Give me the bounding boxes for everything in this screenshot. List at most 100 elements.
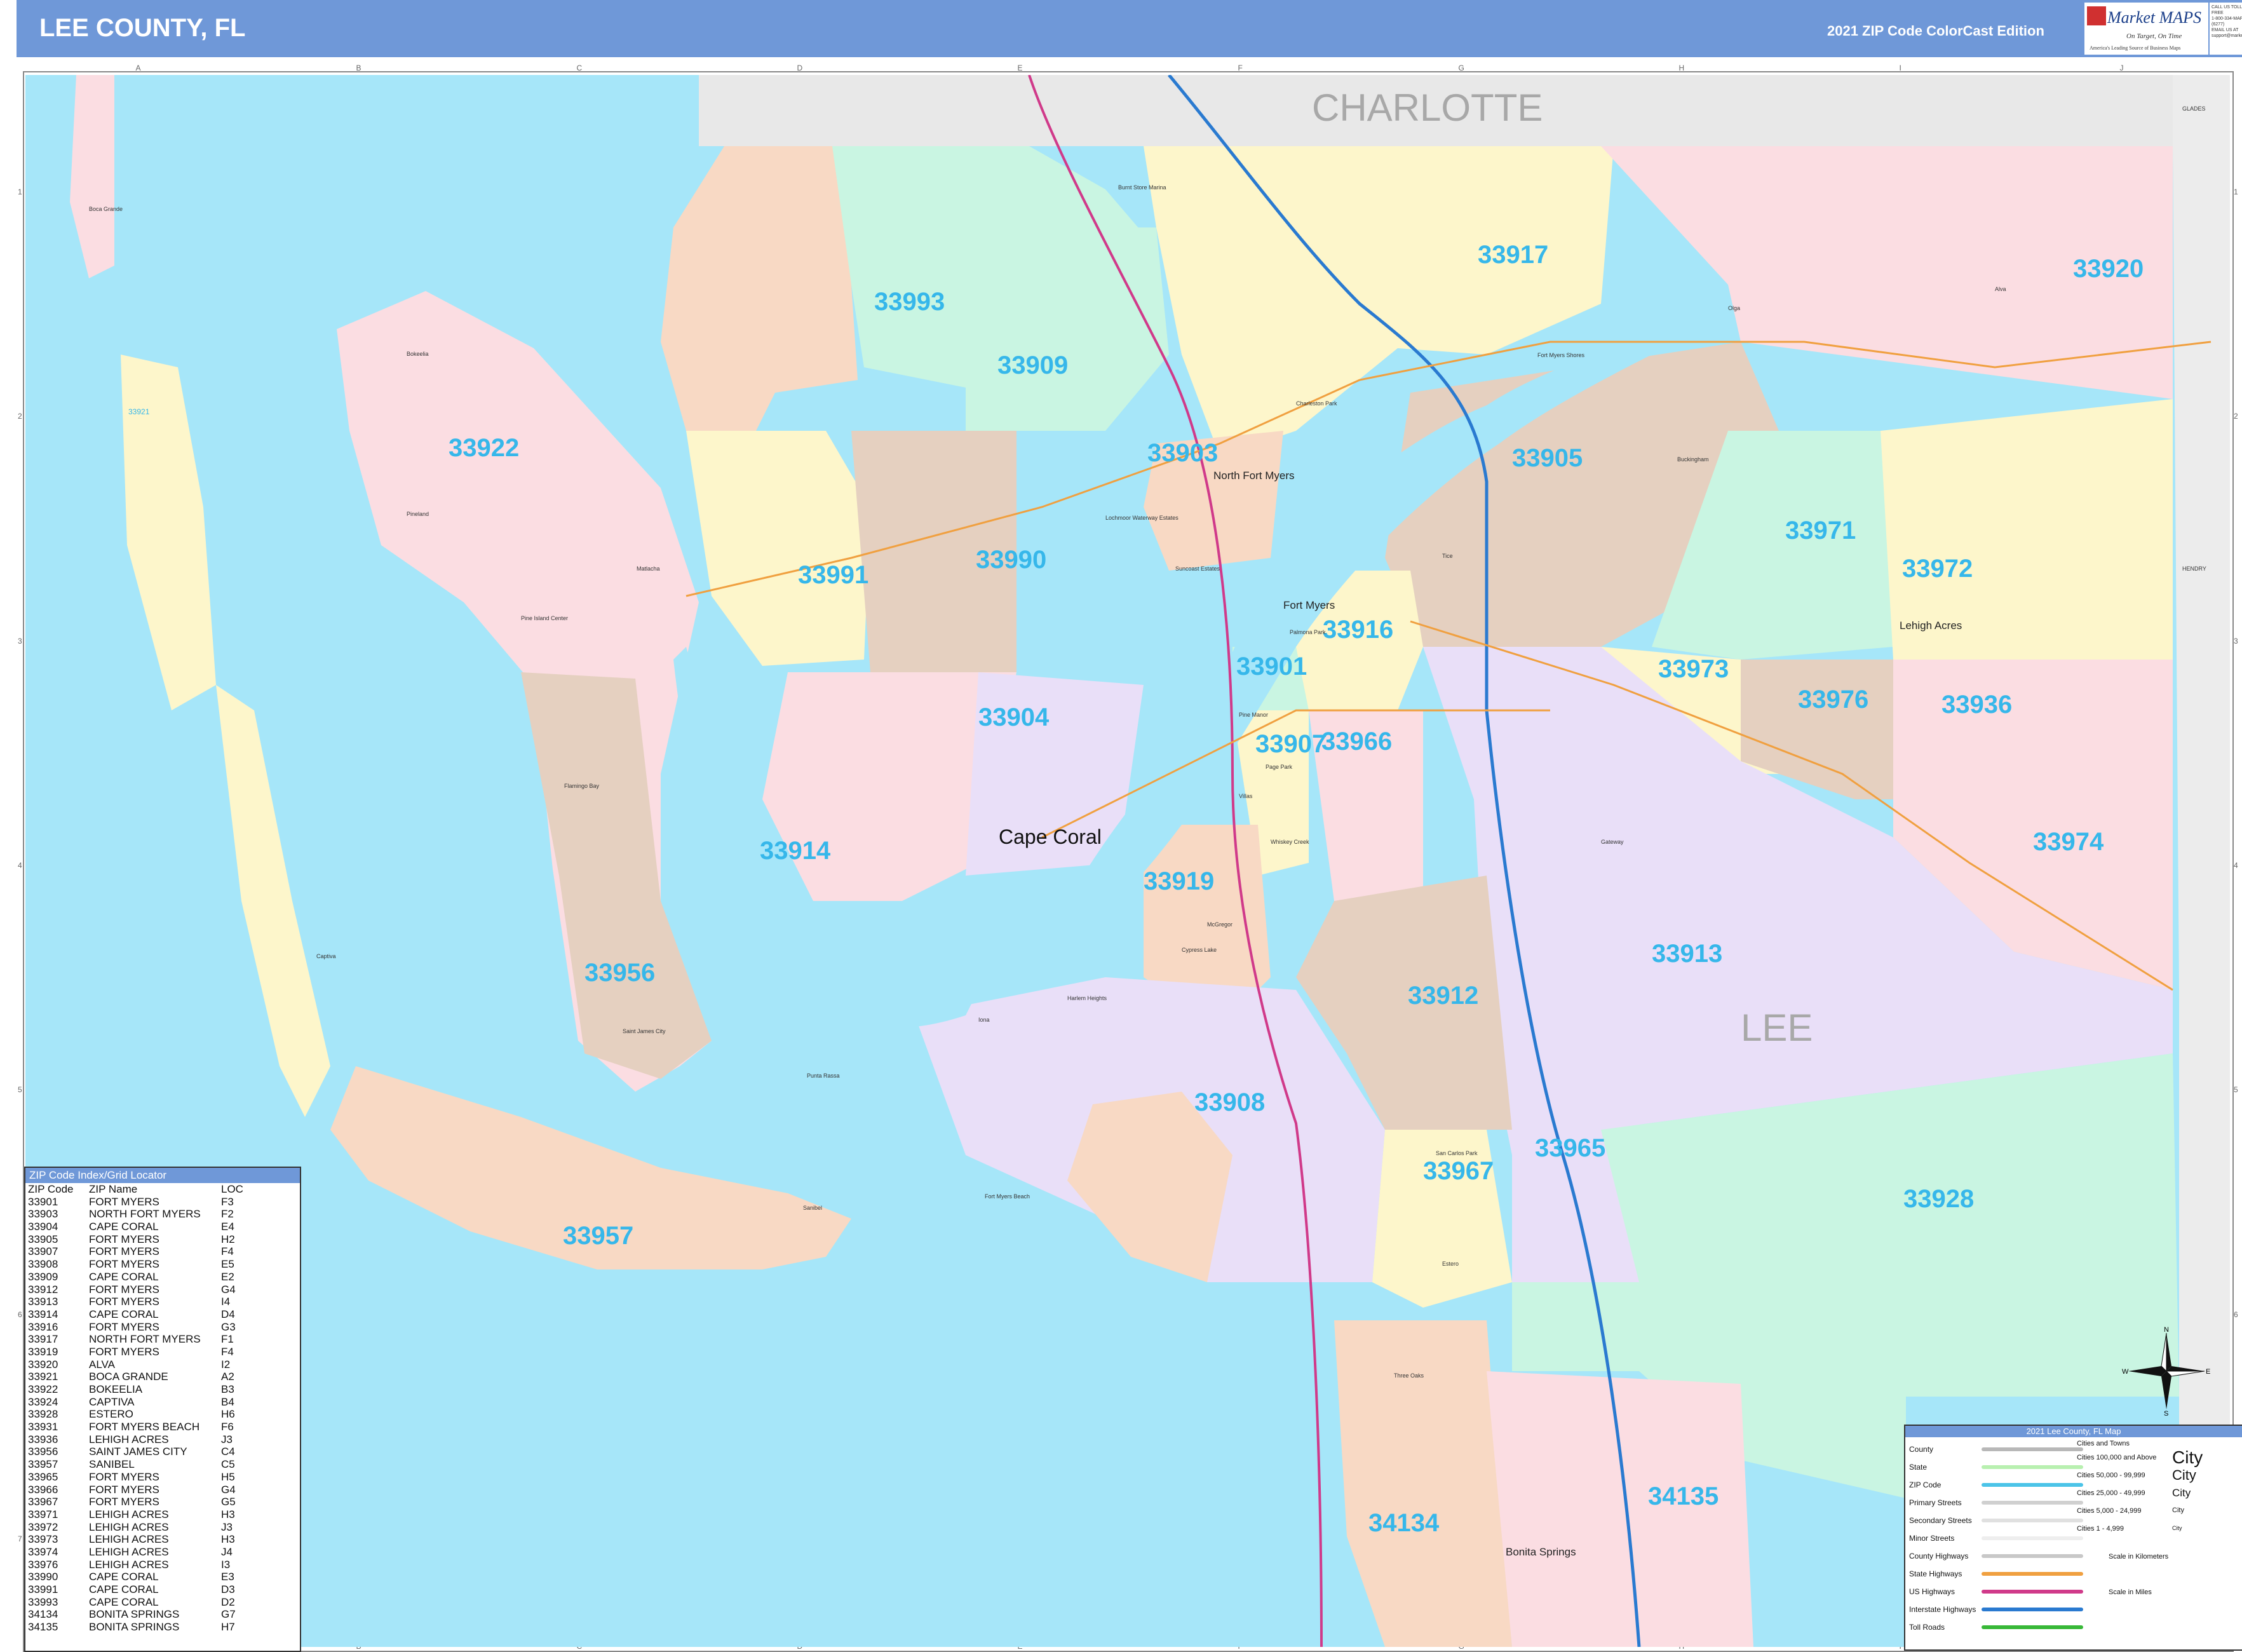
index-name-cell: LEHIGH ACRES — [89, 1433, 169, 1446]
zip-label: 33976 — [1798, 686, 1868, 714]
index-row[interactable]: 33913 FORT MYERS I4 — [25, 1296, 300, 1308]
city-label: Pineland — [407, 511, 429, 517]
index-row[interactable]: 33974 LEHIGH ACRES J4 — [25, 1546, 300, 1559]
legend-city-sample: City — [2172, 1467, 2196, 1483]
index-loc-cell: F4 — [221, 1245, 234, 1258]
index-row[interactable]: 33909 CAPE CORAL E2 — [25, 1271, 300, 1283]
index-row[interactable]: 33904 CAPE CORAL E4 — [25, 1221, 300, 1233]
grid-row-label: 3 — [18, 636, 22, 646]
legend-item-swatch — [1982, 1536, 2083, 1540]
index-row[interactable]: 33914 CAPE CORAL D4 — [25, 1308, 300, 1321]
index-name-cell: BOCA GRANDE — [89, 1371, 168, 1383]
zip-label: 33917 — [1478, 241, 1548, 269]
index-row[interactable]: 33993 CAPE CORAL D2 — [25, 1596, 300, 1609]
index-row[interactable]: 33907 FORT MYERS F4 — [25, 1245, 300, 1258]
zip-label: 33974 — [2033, 828, 2104, 856]
index-loc-cell: F1 — [221, 1333, 234, 1346]
city-label-north-fort-myers[interactable]: North Fort Myers — [1213, 470, 1295, 482]
index-zip-cell: 33924 — [28, 1395, 58, 1408]
index-zip-cell: 33971 — [28, 1508, 58, 1520]
index-row[interactable]: 33903 NORTH FORT MYERS F2 — [25, 1208, 300, 1221]
logo-wordmark: Market MAPS — [2107, 8, 2201, 27]
index-row[interactable]: 33928 ESTERO H6 — [25, 1408, 300, 1421]
index-name-cell: CAPE CORAL — [89, 1221, 159, 1233]
index-zip-cell: 33901 — [28, 1195, 58, 1208]
zip-label: 33971 — [1785, 517, 1856, 545]
index-row[interactable]: 33931 FORT MYERS BEACH F6 — [25, 1421, 300, 1433]
index-rows: 33901 FORT MYERS F3 33903 NORTH FORT MYERS F2… — [25, 1196, 300, 1634]
index-row[interactable]: 33973 LEHIGH ACRES H3 — [25, 1533, 300, 1546]
compass-w: W — [2122, 1368, 2129, 1376]
index-row[interactable]: 33991 CAPE CORAL D3 — [25, 1583, 300, 1596]
index-row[interactable]: 33922 BOKEELIA B3 — [25, 1383, 300, 1396]
index-name-cell: FORT MYERS — [89, 1496, 159, 1508]
index-name-cell: BONITA SPRINGS — [89, 1608, 180, 1621]
grid-column-label: G — [1458, 64, 1464, 72]
index-loc-cell: G3 — [221, 1320, 236, 1333]
legend-item-swatch — [1982, 1625, 2083, 1629]
index-row[interactable]: 33912 FORT MYERS G4 — [25, 1283, 300, 1296]
index-zip-cell: 33974 — [28, 1545, 58, 1558]
city-label-lehigh-acres[interactable]: Lehigh Acres — [1900, 620, 1962, 632]
index-zip-cell: 33912 — [28, 1283, 58, 1296]
city-label: Three Oaks — [1394, 1372, 1424, 1379]
city-label: Iona — [978, 1017, 990, 1023]
index-row[interactable]: 33967 FORT MYERS G5 — [25, 1496, 300, 1508]
index-row[interactable]: 33936 LEHIGH ACRES J3 — [25, 1433, 300, 1446]
grid-row-label: 1 — [2234, 187, 2238, 196]
index-name-cell: ESTERO — [89, 1408, 133, 1421]
index-loc-cell: F3 — [221, 1195, 234, 1208]
index-zip-cell: 33973 — [28, 1533, 58, 1546]
index-loc-cell: D4 — [221, 1308, 235, 1320]
index-row[interactable]: 33917 NORTH FORT MYERS F1 — [25, 1333, 300, 1346]
index-header-row: ZIP Code ZIP Name LOC — [25, 1183, 300, 1196]
grid-row-label: 7 — [18, 1534, 22, 1544]
zip-label: 33904 — [978, 703, 1050, 731]
index-row[interactable]: 33924 CAPTIVA B4 — [25, 1396, 300, 1409]
city-label: Whiskey Creek — [1271, 839, 1309, 845]
zip-index-panel: ZIP Code Index/Grid Locator ZIP Code ZIP… — [24, 1167, 301, 1652]
city-label: Captiva — [316, 953, 336, 959]
index-row[interactable]: 33957 SANIBEL C5 — [25, 1458, 300, 1471]
zip-label: 33956 — [584, 959, 655, 987]
index-row[interactable]: 33965 FORT MYERS H5 — [25, 1471, 300, 1484]
index-zip-cell: 33966 — [28, 1483, 58, 1496]
index-zip-cell: 33907 — [28, 1245, 58, 1258]
legend-item-label: Secondary Streets — [1909, 1516, 1972, 1525]
city-label-bonita-springs[interactable]: Bonita Springs — [1506, 1546, 1576, 1558]
neighbor-label-glades: GLADES — [2182, 105, 2206, 112]
index-zip-cell: 33956 — [28, 1446, 58, 1458]
index-row[interactable]: 34134 BONITA SPRINGS G7 — [25, 1608, 300, 1621]
index-zip-cell: 34134 — [28, 1608, 58, 1621]
index-zip-cell: 33991 — [28, 1583, 58, 1595]
index-row[interactable]: 33956 SAINT JAMES CITY C4 — [25, 1446, 300, 1458]
index-row[interactable]: 33971 LEHIGH ACRES H3 — [25, 1508, 300, 1521]
city-label: Cypress Lake — [1182, 947, 1217, 953]
index-loc-cell: E3 — [221, 1571, 234, 1583]
legend-item-label: State — [1909, 1463, 1928, 1472]
index-row[interactable]: 33919 FORT MYERS F4 — [25, 1346, 300, 1358]
index-name-cell: FORT MYERS — [89, 1483, 159, 1496]
zip-label: 33905 — [1512, 444, 1583, 472]
index-row[interactable]: 33990 CAPE CORAL E3 — [25, 1571, 300, 1583]
zip-code-map[interactable]: CHARLOTTE LEE GLADES HENDRY 33917 33920 … — [25, 75, 2230, 1647]
index-row[interactable]: 33916 FORT MYERS G3 — [25, 1321, 300, 1334]
index-row[interactable]: 33972 LEHIGH ACRES J3 — [25, 1521, 300, 1534]
index-row[interactable]: 33921 BOCA GRANDE A2 — [25, 1371, 300, 1383]
zip-label: 33936 — [1941, 691, 2012, 719]
legend-city-label: Cities 50,000 - 99,999 — [2077, 1472, 2145, 1479]
index-row[interactable]: 33976 LEHIGH ACRES I3 — [25, 1559, 300, 1571]
index-row[interactable]: 33905 FORT MYERS H2 — [25, 1233, 300, 1246]
index-row[interactable]: 33908 FORT MYERS E5 — [25, 1258, 300, 1271]
city-label-cape-coral[interactable]: Cape Coral — [999, 825, 1102, 848]
index-row[interactable]: 33901 FORT MYERS F3 — [25, 1196, 300, 1209]
index-row[interactable]: 34135 BONITA SPRINGS H7 — [25, 1621, 300, 1634]
market-maps-logo[interactable]: Market MAPS On Target, On Time America's… — [2084, 3, 2208, 55]
legend-item-swatch — [1982, 1465, 2083, 1469]
index-row[interactable]: 33920 ALVA I2 — [25, 1358, 300, 1371]
grid-row-label: 6 — [18, 1310, 22, 1319]
legend-item-label: Primary Streets — [1909, 1498, 1962, 1507]
city-label: Olga — [1728, 305, 1740, 311]
index-row[interactable]: 33966 FORT MYERS G4 — [25, 1484, 300, 1496]
city-label-fort-myers[interactable]: Fort Myers — [1283, 599, 1335, 611]
